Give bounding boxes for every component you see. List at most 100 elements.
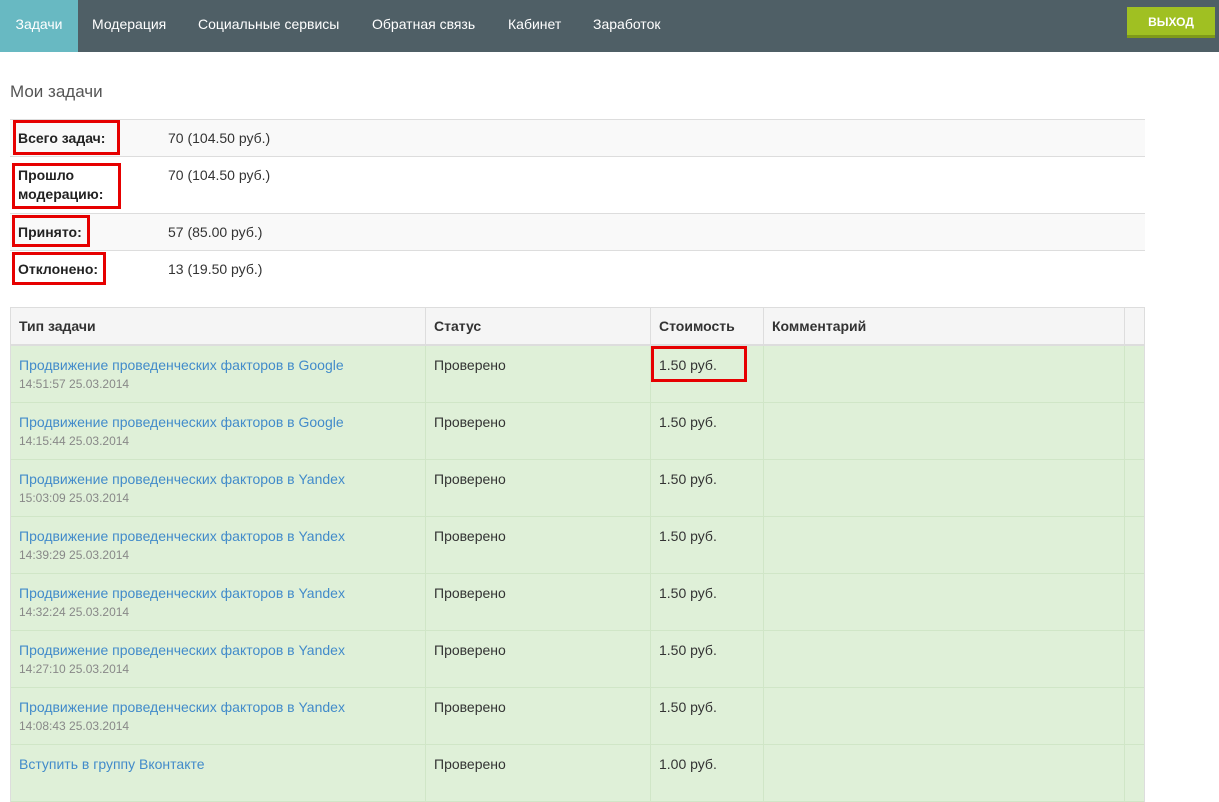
cell-extra: [1125, 631, 1144, 688]
cost-text: 1.50 руб.: [659, 528, 717, 544]
task-link[interactable]: Продвижение проведенческих факторов в Go…: [19, 413, 425, 432]
summary-value-rejected: 13 (19.50 руб.): [168, 261, 263, 277]
table-body: Продвижение проведенческих факторов в Go…: [11, 346, 1144, 802]
task-link[interactable]: Продвижение проведенческих факторов в Ya…: [19, 470, 425, 489]
column-header-comment[interactable]: Комментарий: [764, 308, 1125, 344]
cell-task-type: Продвижение проведенческих факторов в Ya…: [11, 517, 426, 574]
page-title: Мои задачи: [10, 82, 103, 101]
logout-button[interactable]: Выход: [1127, 7, 1215, 38]
task-link[interactable]: Вступить в группу Вконтакте: [19, 755, 425, 774]
task-timestamp: 14:39:29 25.03.2014: [19, 548, 130, 562]
cell-status: Проверено: [426, 403, 651, 460]
task-link[interactable]: Продвижение проведенческих факторов в Ya…: [19, 641, 425, 660]
summary-row-rejected: Отклонено: 13 (19.50 руб.): [10, 250, 1145, 288]
cost-text: 1.50 руб.: [659, 699, 717, 715]
cell-comment: [764, 688, 1125, 745]
cell-status: Проверено: [426, 745, 651, 802]
task-timestamp: 15:03:09 25.03.2014: [19, 491, 130, 505]
table-row: Продвижение проведенческих факторов в Go…: [11, 403, 1144, 460]
cell-status: Проверено: [426, 688, 651, 745]
summary-table: Всего задач: 70 (104.50 руб.) Прошло мод…: [10, 119, 1145, 288]
task-link[interactable]: Продвижение проведенческих факторов в Ya…: [19, 527, 425, 546]
cell-comment: [764, 574, 1125, 631]
nav-item-feedback[interactable]: Обратная связь: [372, 0, 475, 52]
cell-comment: [764, 517, 1125, 574]
cell-status: Проверено: [426, 517, 651, 574]
cell-extra: [1125, 745, 1144, 802]
cell-extra: [1125, 517, 1144, 574]
status-text: Проверено: [434, 414, 506, 430]
table-row: Продвижение проведенческих факторов в Ya…: [11, 517, 1144, 574]
table-header: Тип задачи Статус Стоимость Комментарий: [11, 308, 1144, 346]
status-text: Проверено: [434, 528, 506, 544]
cell-task-type: Продвижение проведенческих факторов в Ya…: [11, 574, 426, 631]
task-link[interactable]: Продвижение проведенческих факторов в Ya…: [19, 584, 425, 603]
nav-item-tasks[interactable]: Задачи: [0, 0, 78, 52]
cell-task-type: Продвижение проведенческих факторов в Go…: [11, 346, 426, 403]
cell-cost: 1.50 руб.: [651, 574, 764, 631]
cost-text: 1.50 руб.: [659, 585, 717, 601]
status-text: Проверено: [434, 585, 506, 601]
nav-item-social-services[interactable]: Социальные сервисы: [198, 0, 339, 52]
tasks-table: Тип задачи Статус Стоимость Комментарий …: [10, 307, 1145, 802]
cost-text: 1.00 руб.: [659, 756, 717, 772]
cell-comment: [764, 745, 1125, 802]
column-header-cost[interactable]: Стоимость: [651, 308, 764, 344]
summary-row-moderated: Прошло модерацию: 70 (104.50 руб.): [10, 156, 1145, 213]
cell-comment: [764, 403, 1125, 460]
column-header-status[interactable]: Статус: [426, 308, 651, 344]
highlight-box-total: [13, 120, 120, 155]
status-text: Проверено: [434, 699, 506, 715]
cell-task-type: Продвижение проведенческих факторов в Go…: [11, 403, 426, 460]
summary-value-accepted: 57 (85.00 руб.): [168, 224, 263, 240]
cell-cost: 1.50 руб.: [651, 631, 764, 688]
table-row: Продвижение проведенческих факторов в Ya…: [11, 460, 1144, 517]
task-link[interactable]: Продвижение проведенческих факторов в Ya…: [19, 698, 425, 717]
cell-task-type: Продвижение проведенческих факторов в Ya…: [11, 460, 426, 517]
cell-cost: 1.00 руб.: [651, 745, 764, 802]
cell-extra: [1125, 688, 1144, 745]
cell-comment: [764, 631, 1125, 688]
status-text: Проверено: [434, 756, 506, 772]
task-timestamp: 14:08:43 25.03.2014: [19, 719, 130, 733]
highlight-box-cost: [651, 346, 747, 382]
cost-text: 1.50 руб.: [659, 471, 717, 487]
nav-item-earnings[interactable]: Заработок: [593, 0, 660, 52]
nav-item-moderation[interactable]: Модерация: [92, 0, 166, 52]
cell-status: Проверено: [426, 574, 651, 631]
cell-comment: [764, 460, 1125, 517]
status-text: Проверено: [434, 471, 506, 487]
cell-cost: 1.50 руб.: [651, 517, 764, 574]
summary-value-moderated: 70 (104.50 руб.): [168, 167, 271, 183]
highlight-box-accepted: [12, 215, 90, 247]
table-row: Продвижение проведенческих факторов в Ya…: [11, 631, 1144, 688]
column-header-extra: [1125, 308, 1144, 344]
status-text: Проверено: [434, 642, 506, 658]
highlight-box-moderated: [12, 163, 121, 209]
cost-text: 1.50 руб.: [659, 642, 717, 658]
top-navbar: Задачи Модерация Социальные сервисы Обра…: [0, 0, 1219, 52]
column-header-task-type[interactable]: Тип задачи: [11, 308, 426, 344]
table-row: Продвижение проведенческих факторов в Go…: [11, 346, 1144, 403]
cost-text: 1.50 руб.: [659, 414, 717, 430]
cell-task-type: Вступить в группу Вконтакте: [11, 745, 426, 802]
cell-cost: 1.50 руб.: [651, 688, 764, 745]
summary-value-total: 70 (104.50 руб.): [168, 130, 271, 146]
cell-status: Проверено: [426, 631, 651, 688]
cell-extra: [1125, 574, 1144, 631]
task-timestamp: 14:32:24 25.03.2014: [19, 605, 130, 619]
nav-item-cabinet[interactable]: Кабинет: [508, 0, 561, 52]
highlight-box-rejected: [12, 252, 106, 285]
cell-cost: 1.50 руб.: [651, 403, 764, 460]
cell-status: Проверено: [426, 346, 651, 403]
task-link[interactable]: Продвижение проведенческих факторов в Go…: [19, 356, 425, 375]
status-text: Проверено: [434, 357, 506, 373]
cell-comment: [764, 346, 1125, 403]
table-row: Продвижение проведенческих факторов в Ya…: [11, 574, 1144, 631]
task-timestamp: 14:27:10 25.03.2014: [19, 662, 130, 676]
summary-row-total: Всего задач: 70 (104.50 руб.): [10, 119, 1145, 156]
cell-task-type: Продвижение проведенческих факторов в Ya…: [11, 688, 426, 745]
table-row: Вступить в группу Вконтакте Проверено 1.00…: [11, 745, 1144, 802]
cell-extra: [1125, 403, 1144, 460]
cell-cost: 1.50 руб.: [651, 460, 764, 517]
